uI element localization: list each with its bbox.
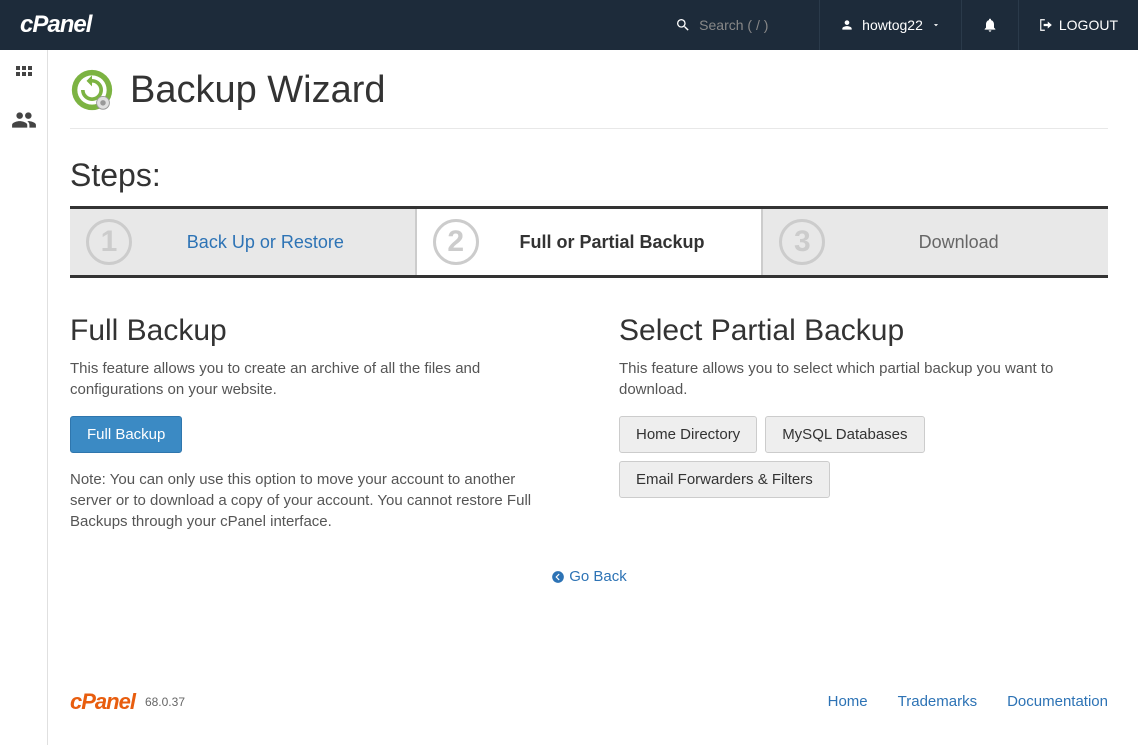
bell-icon bbox=[982, 17, 998, 33]
search-icon[interactable] bbox=[675, 17, 691, 33]
full-backup-section: Full Backup This feature allows you to c… bbox=[70, 314, 559, 532]
email-forwarders-button[interactable]: Email Forwarders & Filters bbox=[619, 461, 830, 498]
page-header: Backup Wizard bbox=[70, 68, 1108, 129]
cpanel-logo[interactable] bbox=[20, 11, 91, 39]
full-backup-note: Note: You can only use this option to mo… bbox=[70, 469, 559, 532]
home-directory-button[interactable]: Home Directory bbox=[619, 416, 757, 453]
content: Backup Wizard Steps: 1 Back Up or Restor… bbox=[48, 50, 1138, 745]
logout-button[interactable]: LOGOUT bbox=[1019, 17, 1118, 33]
users-icon[interactable] bbox=[11, 107, 37, 138]
search-wrap bbox=[675, 0, 820, 50]
mysql-databases-button[interactable]: MySQL Databases bbox=[765, 416, 924, 453]
topbar: howtog22 LOGOUT bbox=[0, 0, 1138, 50]
footer: 68.0.37 Home Trademarks Documentation bbox=[70, 669, 1108, 715]
full-backup-button[interactable]: Full Backup bbox=[70, 416, 182, 453]
go-back-link[interactable]: Go Back bbox=[551, 568, 627, 585]
step-num: 2 bbox=[433, 219, 479, 265]
user-menu[interactable]: howtog22 bbox=[820, 0, 962, 50]
full-backup-desc: This feature allows you to create an arc… bbox=[70, 358, 559, 400]
step-label: Back Up or Restore bbox=[152, 232, 399, 253]
chevron-down-icon bbox=[931, 20, 941, 30]
partial-backup-section: Select Partial Backup This feature allow… bbox=[619, 314, 1108, 532]
go-back-label: Go Back bbox=[569, 568, 627, 585]
page-title: Backup Wizard bbox=[130, 69, 386, 112]
footer-link-home[interactable]: Home bbox=[828, 693, 868, 710]
step-num: 3 bbox=[779, 219, 825, 265]
steps-label: Steps: bbox=[70, 157, 1108, 194]
logout-icon bbox=[1039, 18, 1053, 32]
footer-link-trademarks[interactable]: Trademarks bbox=[898, 693, 977, 710]
step-3: 3 Download bbox=[763, 209, 1108, 275]
step-label: Download bbox=[845, 232, 1092, 253]
username: howtog22 bbox=[862, 17, 923, 33]
go-back-wrap: Go Back bbox=[70, 568, 1108, 589]
logout-label: LOGOUT bbox=[1059, 17, 1118, 33]
footer-link-documentation[interactable]: Documentation bbox=[1007, 693, 1108, 710]
step-2: 2 Full or Partial Backup bbox=[417, 209, 764, 275]
backup-wizard-icon bbox=[70, 68, 114, 112]
back-arrow-icon bbox=[551, 570, 565, 584]
partial-backup-desc: This feature allows you to select which … bbox=[619, 358, 1108, 400]
apps-icon[interactable] bbox=[12, 62, 36, 91]
notifications-button[interactable] bbox=[962, 0, 1019, 50]
footer-version: 68.0.37 bbox=[145, 695, 185, 709]
footer-cpanel-logo bbox=[70, 689, 135, 715]
user-icon bbox=[840, 18, 854, 32]
step-1[interactable]: 1 Back Up or Restore bbox=[70, 209, 417, 275]
steps-row: 1 Back Up or Restore 2 Full or Partial B… bbox=[70, 206, 1108, 278]
step-label: Full or Partial Backup bbox=[499, 232, 746, 253]
partial-backup-title: Select Partial Backup bbox=[619, 314, 1108, 348]
sidebar bbox=[0, 50, 48, 745]
search-input[interactable] bbox=[699, 17, 799, 33]
step-num: 1 bbox=[86, 219, 132, 265]
full-backup-title: Full Backup bbox=[70, 314, 559, 348]
